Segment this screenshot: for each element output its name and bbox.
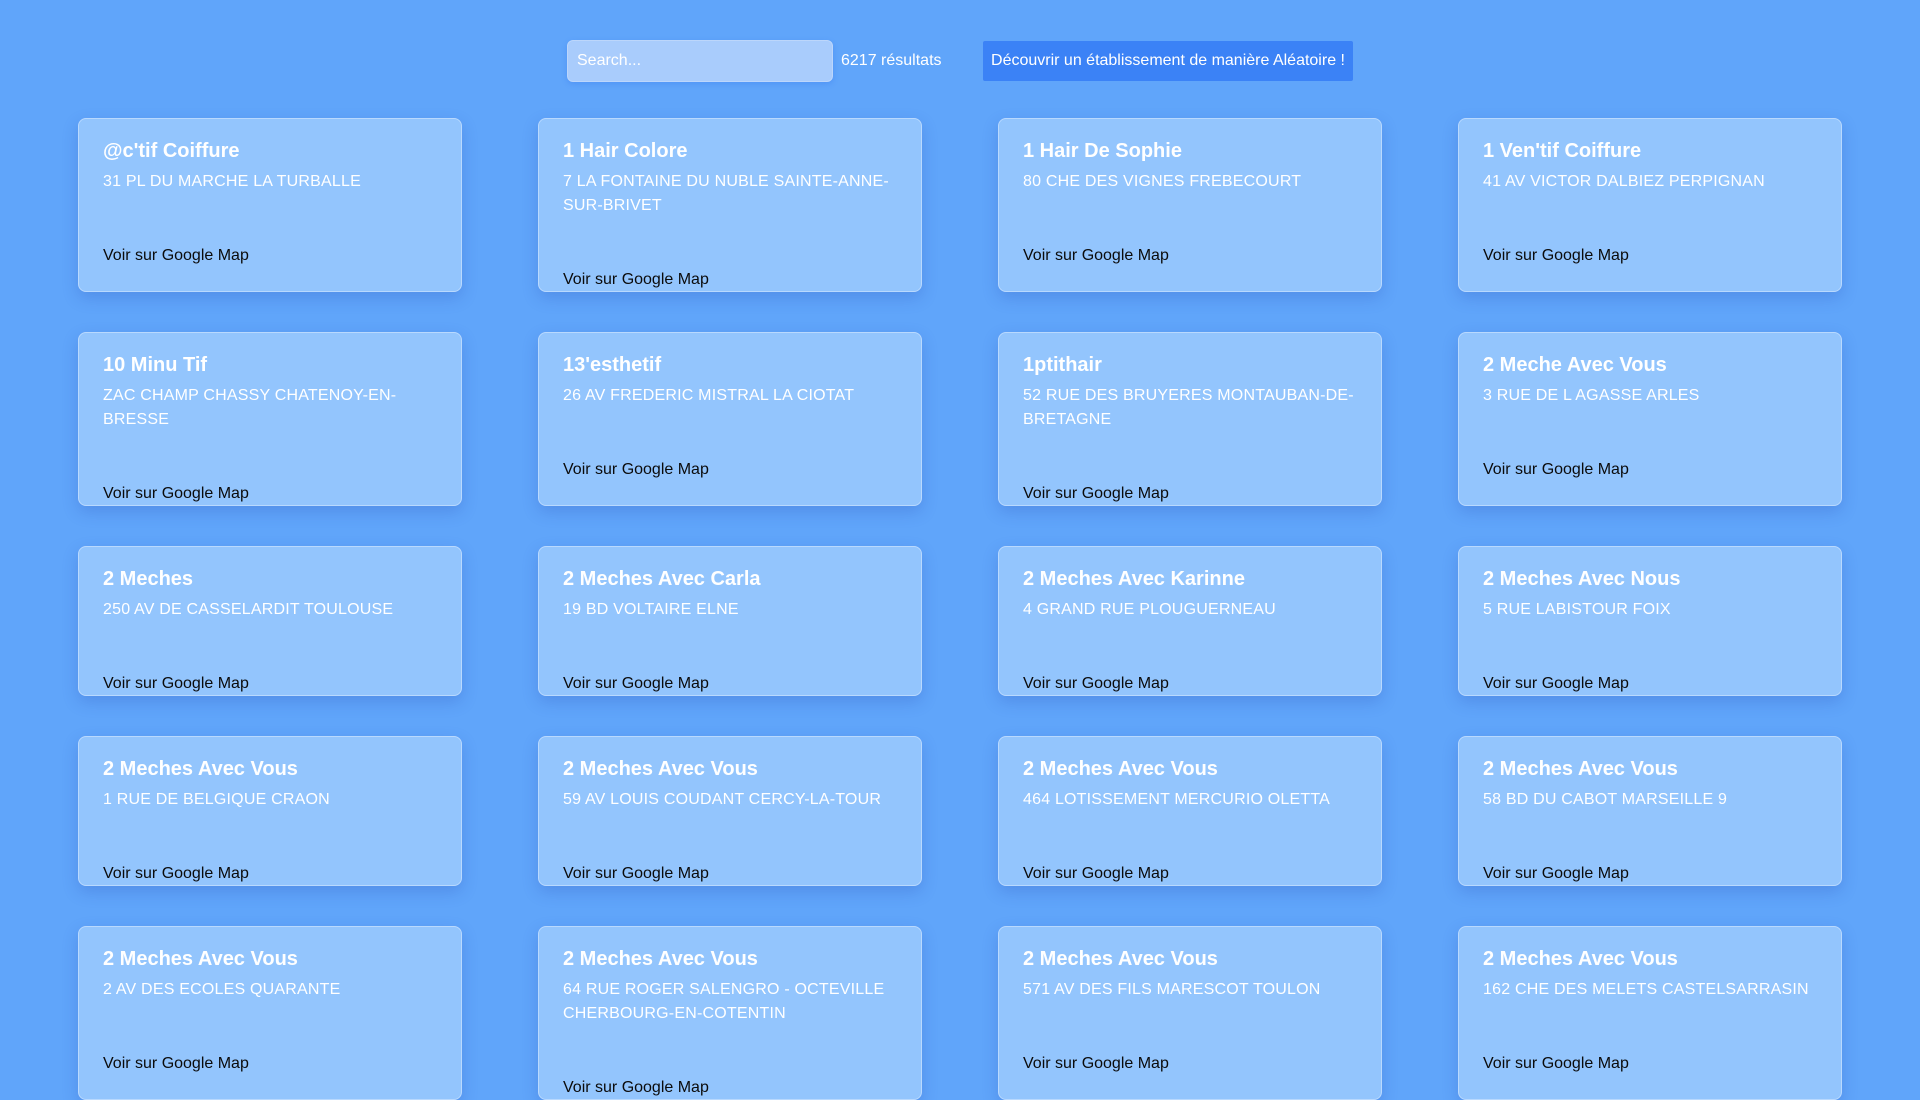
establishment-name: 2 Meches Avec Vous: [563, 758, 758, 780]
establishment-card: 1 Ven'tif Coiffure 41 AV VICTOR DALBIEZ P…: [1458, 118, 1842, 292]
establishment-name: 2 Meches Avec Vous: [1483, 948, 1678, 970]
establishment-name: 2 Meches Avec Carla: [563, 568, 761, 590]
establishment-name: 2 Meches Avec Vous: [563, 948, 758, 970]
establishment-grid: @c'tif Coiffure 31 PL DU MARCHE LA TURBAL…: [78, 118, 1842, 1100]
establishment-address: 26 AV FREDERIC MISTRAL LA CIOTAT: [563, 387, 855, 404]
establishment-card: 2 Meches Avec Karinne 4 GRAND RUE PLOUGUE…: [998, 546, 1382, 696]
establishment-name: 2 Meches Avec Vous: [103, 948, 298, 970]
establishment-address: 59 AV LOUIS COUDANT CERCY-LA-TOUR: [563, 791, 882, 808]
search-input[interactable]: [567, 40, 833, 82]
establishment-address: 19 BD VOLTAIRE ELNE: [563, 601, 739, 618]
google-map-link[interactable]: Voir sur Google Map: [103, 244, 249, 268]
establishment-name: 13'esthetif: [563, 354, 662, 376]
establishment-card: 2 Meches Avec Vous 58 BD DU CABOT MARSEIL…: [1458, 736, 1842, 886]
establishment-address: 2 AV DES ECOLES QUARANTE: [103, 981, 341, 998]
establishment-name: 2 Meches Avec Vous: [103, 758, 298, 780]
establishment-card: 10 Minu Tif ZAC CHAMP CHASSY CHATENOY-EN-…: [78, 332, 462, 506]
establishment-card: 13'esthetif 26 AV FREDERIC MISTRAL LA CIO…: [538, 332, 922, 506]
google-map-link[interactable]: Voir sur Google Map: [1023, 862, 1169, 885]
establishment-address: ZAC CHAMP CHASSY CHATENOY-EN-BRESSE: [103, 387, 397, 428]
google-map-link[interactable]: Voir sur Google Map: [1023, 672, 1169, 695]
establishment-address: 58 BD DU CABOT MARSEILLE 9: [1483, 791, 1728, 808]
establishment-name: 2 Meche Avec Vous: [1483, 354, 1667, 376]
establishment-name: 1 Hair De Sophie: [1023, 140, 1182, 162]
google-map-link[interactable]: Voir sur Google Map: [1483, 244, 1629, 268]
google-map-link[interactable]: Voir sur Google Map: [563, 672, 709, 695]
google-map-link[interactable]: Voir sur Google Map: [1023, 1052, 1169, 1076]
establishment-address: 7 LA FONTAINE DU NUBLE SAINTE-ANNE-SUR-B…: [563, 173, 889, 214]
establishment-address: 162 CHE DES MELETS CASTELSARRASIN: [1483, 981, 1809, 998]
establishment-address: 3 RUE DE L AGASSE ARLES: [1483, 387, 1700, 404]
establishment-address: 80 CHE DES VIGNES FREBECOURT: [1023, 173, 1302, 190]
establishment-card: 2 Meches Avec Carla 19 BD VOLTAIRE ELNE Vo…: [538, 546, 922, 696]
google-map-link[interactable]: Voir sur Google Map: [1483, 672, 1629, 695]
establishment-card: 2 Meches 250 AV DE CASSELARDIT TOULOUSE Vo…: [78, 546, 462, 696]
establishment-name: 2 Meches Avec Karinne: [1023, 568, 1245, 590]
establishment-address: 41 AV VICTOR DALBIEZ PERPIGNAN: [1483, 173, 1765, 190]
establishment-card: 2 Meches Avec Vous 571 AV DES FILS MARESC…: [998, 926, 1382, 1100]
establishment-card: 1 Hair De Sophie 80 CHE DES VIGNES FREBEC…: [998, 118, 1382, 292]
establishment-address: 571 AV DES FILS MARESCOT TOULON: [1023, 981, 1321, 998]
result-count: 6217 résultats: [841, 52, 942, 69]
establishment-name: 2 Meches Avec Nous: [1483, 568, 1681, 590]
establishment-card: 2 Meches Avec Vous 162 CHE DES MELETS CAS…: [1458, 926, 1842, 1100]
establishment-name: 2 Meches Avec Vous: [1483, 758, 1678, 780]
establishment-card: 1ptithair 52 RUE DES BRUYERES MONTAUBAN-D…: [998, 332, 1382, 506]
establishment-card: 2 Meches Avec Nous 5 RUE LABISTOUR FOIX Vo…: [1458, 546, 1842, 696]
google-map-link[interactable]: Voir sur Google Map: [563, 458, 709, 482]
google-map-link[interactable]: Voir sur Google Map: [1023, 244, 1169, 268]
google-map-link[interactable]: Voir sur Google Map: [103, 1052, 249, 1076]
establishment-name: 1 Hair Colore: [563, 140, 688, 162]
establishment-address: 64 RUE ROGER SALENGRO - OCTEVILLE CHERBO…: [563, 981, 885, 1022]
establishment-address: 250 AV DE CASSELARDIT TOULOUSE: [103, 601, 394, 618]
establishment-address: 31 PL DU MARCHE LA TURBALLE: [103, 173, 361, 190]
establishment-card: 1 Hair Colore 7 LA FONTAINE DU NUBLE SAIN…: [538, 118, 922, 292]
google-map-link[interactable]: Voir sur Google Map: [1483, 458, 1629, 482]
establishment-name: 2 Meches: [103, 568, 194, 590]
random-establishment-button[interactable]: Découvrir un établissement de manière Al…: [983, 41, 1353, 81]
establishment-name: @c'tif Coiffure: [103, 140, 240, 162]
establishment-name: 1 Ven'tif Coiffure: [1483, 140, 1642, 162]
establishment-card: @c'tif Coiffure 31 PL DU MARCHE LA TURBAL…: [78, 118, 462, 292]
establishment-card: 2 Meches Avec Vous 59 AV LOUIS COUDANT CE…: [538, 736, 922, 886]
establishment-name: 2 Meches Avec Vous: [1023, 948, 1218, 970]
establishment-name: 2 Meches Avec Vous: [1023, 758, 1218, 780]
top-bar: 6217 résultats Découvrir un établissemen…: [0, 40, 1920, 82]
establishment-card: 2 Meches Avec Vous 464 LOTISSEMENT MERCUR…: [998, 736, 1382, 886]
establishment-name: 10 Minu Tif: [103, 354, 208, 376]
establishment-address: 52 RUE DES BRUYERES MONTAUBAN-DE-BRETAGN…: [1023, 387, 1354, 428]
establishment-card: 2 Meches Avec Vous 64 RUE ROGER SALENGRO …: [538, 926, 922, 1100]
google-map-link[interactable]: Voir sur Google Map: [563, 268, 709, 291]
establishment-name: 1ptithair: [1023, 354, 1102, 376]
google-map-link[interactable]: Voir sur Google Map: [1483, 1052, 1629, 1076]
establishment-card: 2 Meches Avec Vous 2 AV DES ECOLES QUARAN…: [78, 926, 462, 1100]
google-map-link[interactable]: Voir sur Google Map: [563, 862, 709, 885]
establishment-address: 5 RUE LABISTOUR FOIX: [1483, 601, 1671, 618]
google-map-link[interactable]: Voir sur Google Map: [103, 862, 249, 885]
establishment-address: 1 RUE DE BELGIQUE CRAON: [103, 791, 330, 808]
establishment-address: 4 GRAND RUE PLOUGUERNEAU: [1023, 601, 1276, 618]
establishment-card: 2 Meche Avec Vous 3 RUE DE L AGASSE ARLES…: [1458, 332, 1842, 506]
google-map-link[interactable]: Voir sur Google Map: [103, 672, 249, 695]
google-map-link[interactable]: Voir sur Google Map: [103, 482, 249, 505]
google-map-link[interactable]: Voir sur Google Map: [1483, 862, 1629, 885]
establishment-address: 464 LOTISSEMENT MERCURIO OLETTA: [1023, 791, 1331, 808]
establishment-card: 2 Meches Avec Vous 1 RUE DE BELGIQUE CRAO…: [78, 736, 462, 886]
google-map-link[interactable]: Voir sur Google Map: [1023, 482, 1169, 505]
